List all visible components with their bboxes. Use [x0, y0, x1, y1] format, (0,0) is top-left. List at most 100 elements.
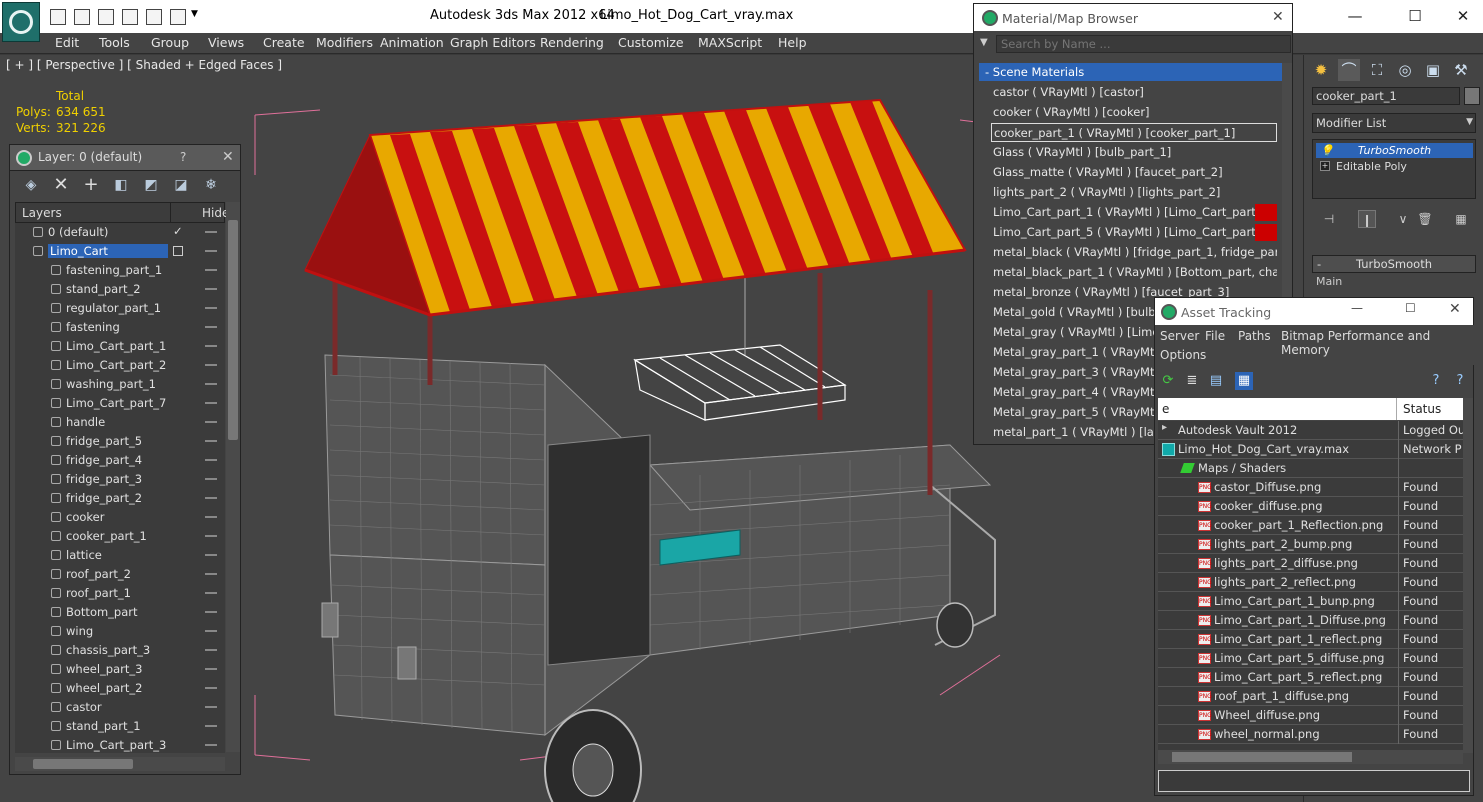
layer-vertical-scrollbar[interactable]	[226, 202, 240, 752]
asset-row[interactable]: PNG Limo_Cart_part_5_reflect.png Found	[1158, 668, 1463, 687]
material-row[interactable]: Limo_Cart_part_1 ( VRayMtl ) [Limo_Cart_…	[991, 203, 1277, 222]
asset-row[interactable]: PNG Limo_Cart_part_1_Diffuse.png Found	[1158, 611, 1463, 630]
help-icon[interactable]: ?	[180, 150, 186, 164]
object-row[interactable]: fridge_part_2	[15, 489, 225, 508]
object-row[interactable]: wheel_part_3	[15, 660, 225, 679]
asset-row[interactable]: PNG Wheel_diffuse.png Found	[1158, 706, 1463, 725]
redo-icon[interactable]	[146, 9, 162, 25]
menu-file[interactable]: File	[1205, 329, 1225, 343]
asset-horizontal-scrollbar[interactable]	[1158, 750, 1463, 764]
maximize-button[interactable]: ☐	[1400, 4, 1430, 28]
hide-toggle[interactable]	[205, 611, 217, 613]
application-menu-button[interactable]	[2, 2, 40, 42]
object-row[interactable]: Limo_Cart_part_7	[15, 394, 225, 413]
object-row[interactable]: stand_part_1	[15, 717, 225, 736]
material-search-input[interactable]	[996, 35, 1291, 53]
asset-row[interactable]: PNG lights_part_2_diffuse.png Found	[1158, 554, 1463, 573]
asset-row[interactable]: PNG wheel_normal.png Found	[1158, 725, 1463, 744]
asset-row[interactable]: PNG Limo_Cart_part_1_bunp.png Found	[1158, 592, 1463, 611]
hide-toggle[interactable]	[205, 421, 217, 423]
hide-toggle[interactable]	[205, 687, 217, 689]
material-row[interactable]: Limo_Cart_part_5 ( VRayMtl ) [Limo_Cart_…	[991, 223, 1277, 242]
object-row[interactable]: castor	[15, 698, 225, 717]
status-column-header[interactable]: Status	[1403, 402, 1441, 416]
hide-toggle[interactable]	[205, 364, 217, 366]
stack-item-editable-poly[interactable]: + Editable Poly	[1316, 159, 1473, 174]
menu-tools[interactable]: Tools	[99, 35, 130, 50]
asset-row[interactable]: PNG castor_Diffuse.png Found	[1158, 478, 1463, 497]
asset-path-field[interactable]	[1158, 770, 1470, 792]
help-icon[interactable]: ?	[1427, 372, 1445, 390]
hide-toggle[interactable]	[205, 744, 217, 746]
object-row[interactable]: wing	[15, 622, 225, 641]
object-row[interactable]: handle	[15, 413, 225, 432]
menu-animation[interactable]: Animation	[380, 35, 444, 50]
close-window-button[interactable]: ✕	[1448, 4, 1478, 28]
create-tab-icon[interactable]: ✹	[1310, 59, 1332, 81]
material-row[interactable]: metal_black_part_1 ( VRayMtl ) [Bottom_p…	[991, 263, 1277, 282]
name-column-header[interactable]: e	[1162, 402, 1169, 416]
hide-toggle[interactable]	[205, 573, 217, 575]
object-row[interactable]: roof_part_1	[15, 584, 225, 603]
asset-row[interactable]: PNG lights_part_2_bump.png Found	[1158, 535, 1463, 554]
pin-stack-icon[interactable]: ⊣	[1320, 210, 1338, 228]
object-row[interactable]: fridge_part_5	[15, 432, 225, 451]
expand-icon[interactable]: +	[1320, 161, 1330, 171]
hide-toggle[interactable]	[205, 231, 217, 233]
object-row[interactable]: cooker_part_1	[15, 527, 225, 546]
hide-toggle[interactable]	[205, 497, 217, 499]
asset-vertical-scrollbar[interactable]	[1463, 398, 1473, 753]
menu-paths[interactable]: Paths	[1238, 329, 1271, 343]
hide-toggle[interactable]	[205, 478, 217, 480]
object-name-field[interactable]	[1312, 87, 1460, 105]
set-current-layer-icon[interactable]	[173, 246, 183, 256]
material-row[interactable]: cooker ( VRayMtl ) [cooker]	[991, 103, 1277, 122]
undo-icon[interactable]	[122, 9, 138, 25]
hide-toggle[interactable]	[205, 307, 217, 309]
configure-sets-icon[interactable]: ▦	[1452, 210, 1470, 228]
object-row[interactable]: fridge_part_3	[15, 470, 225, 489]
object-row[interactable]: Limo_Cart_part_2	[15, 356, 225, 375]
minimize-button[interactable]: —	[1351, 301, 1363, 315]
hide-toggle[interactable]	[205, 288, 217, 290]
material-row[interactable]: metal_black ( VRayMtl ) [fridge_part_1, …	[991, 243, 1277, 262]
add-to-layer-icon[interactable]: +	[82, 176, 100, 194]
hide-toggle[interactable]	[205, 554, 217, 556]
menu-help[interactable]: Help	[778, 35, 807, 50]
menu-customize[interactable]: Customize	[618, 35, 684, 50]
hide-toggle[interactable]	[205, 326, 217, 328]
hide-toggle[interactable]	[205, 535, 217, 537]
close-icon[interactable]: ✕	[1449, 301, 1461, 317]
hide-toggle[interactable]	[205, 250, 217, 252]
hide-toggle[interactable]	[205, 592, 217, 594]
material-row[interactable]: castor ( VRayMtl ) [castor]	[991, 83, 1277, 102]
hide-toggle[interactable]	[205, 516, 217, 518]
object-row[interactable]: roof_part_2	[15, 565, 225, 584]
viewport-label[interactable]: [ + ] [ Perspective ] [ Shaded + Edged F…	[6, 58, 282, 72]
close-icon[interactable]: ✕	[222, 149, 234, 165]
object-row[interactable]: washing_part_1	[15, 375, 225, 394]
hide-toggle[interactable]	[205, 459, 217, 461]
object-row[interactable]: Limo_Cart_part_1	[15, 337, 225, 356]
hide-toggle[interactable]	[205, 668, 217, 670]
maximize-button[interactable]: ☐	[1405, 301, 1416, 315]
layers-column-header[interactable]: Layers	[22, 206, 62, 220]
asset-row[interactable]: PNG cooker_diffuse.png Found	[1158, 497, 1463, 516]
material-row[interactable]: cooker_part_1 ( VRayMtl ) [cooker_part_1…	[991, 123, 1277, 142]
menu-bitmap-performance[interactable]: Bitmap Performance and Memory	[1281, 329, 1475, 357]
object-row[interactable]: stand_part_2	[15, 280, 225, 299]
object-row[interactable]: regulator_part_1	[15, 299, 225, 318]
project-folder-icon[interactable]	[170, 9, 186, 25]
display-tab-icon[interactable]: ▣	[1422, 59, 1444, 81]
object-row[interactable]: fridge_part_4	[15, 451, 225, 470]
turbosmooth-rollout[interactable]: - TurboSmooth	[1312, 255, 1476, 273]
highlight-layer-icon[interactable]: ◩	[142, 177, 160, 193]
menu-rendering[interactable]: Rendering	[540, 35, 604, 50]
asset-row[interactable]: PNG cooker_part_1_Reflection.png Found	[1158, 516, 1463, 535]
asset-row[interactable]: PNG Limo_Cart_part_1_reflect.png Found	[1158, 630, 1463, 649]
create-layer-icon[interactable]: ◈	[22, 177, 40, 193]
list-view-icon[interactable]: ≣	[1183, 372, 1201, 390]
lightbulb-icon[interactable]: 💡	[1320, 143, 1334, 158]
menu-options[interactable]: Options	[1160, 348, 1206, 362]
menu-group[interactable]: Group	[151, 35, 189, 50]
